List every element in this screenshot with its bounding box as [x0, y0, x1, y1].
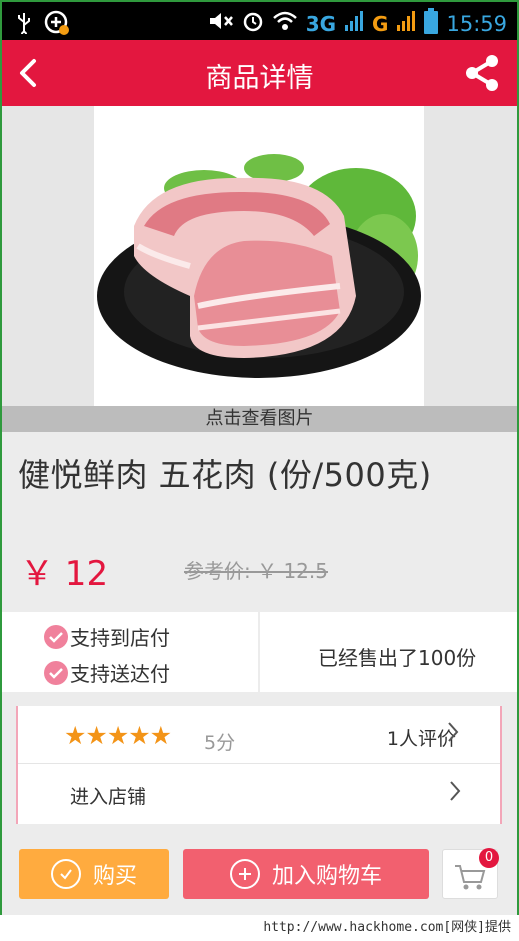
network-3g-label: 3G: [305, 11, 337, 36]
add-to-cart-button[interactable]: 加入购物车: [183, 849, 429, 899]
check-circle-icon: [50, 859, 81, 889]
usb-icon: [16, 12, 32, 38]
alarm-icon: [242, 10, 264, 37]
cart-count-badge: 0: [479, 848, 499, 868]
pay-on-delivery-label: 支持送达付: [70, 662, 170, 686]
app-screen: 3G G 15:59 商品详情 点击查看图片 健悦鲜肉 五花肉 (份/500克)…: [2, 2, 517, 915]
rating-row[interactable]: ★★★★★ 5分 1人评价: [18, 706, 500, 764]
rating-stars: ★★★★★: [64, 721, 172, 750]
watermark: http://www.hackhome.com[网侠]提供: [0, 915, 519, 941]
mute-icon: [208, 10, 234, 37]
enter-shop-label: 进入店铺: [70, 786, 147, 808]
product-name: 健悦鲜肉 五花肉 (份/500克): [18, 456, 432, 494]
sold-count: 已经售出了100份: [318, 646, 477, 670]
plus-circle-icon: [229, 859, 260, 889]
check-icon: [44, 660, 68, 685]
add-to-cart-label: 加入购物车: [271, 864, 382, 889]
info-card: ★★★★★ 5分 1人评价 进入店铺: [16, 706, 502, 824]
pay-on-delivery-row: 支持送达付: [44, 658, 170, 687]
plus-badge-icon: [44, 10, 70, 40]
chevron-right-icon: [448, 779, 462, 810]
product-photo[interactable]: [94, 106, 424, 406]
product-image-area[interactable]: 点击查看图片: [2, 106, 517, 432]
cart-button[interactable]: 0: [442, 848, 499, 899]
bottom-action-bar: 购买 加入购物车 0: [2, 830, 517, 915]
image-caption[interactable]: 点击查看图片: [2, 406, 517, 432]
signal-g-icon: [396, 10, 416, 37]
enter-shop-row[interactable]: 进入店铺: [18, 765, 500, 823]
status-bar: 3G G 15:59: [2, 2, 517, 40]
divider: [258, 612, 260, 692]
network-g-label: G: [372, 11, 389, 36]
pay-at-store-label: 支持到店付: [70, 626, 170, 650]
check-icon: [44, 624, 68, 649]
support-section: 支持到店付 支持送达付 已经售出了100份: [2, 612, 517, 692]
chevron-right-icon: [446, 720, 460, 751]
signal-3g-icon: [344, 10, 364, 37]
battery-icon: [424, 8, 439, 39]
page-title: 商品详情: [205, 63, 314, 94]
share-button[interactable]: [461, 52, 503, 94]
rating-score: 5分: [204, 732, 236, 754]
app-header: 商品详情: [2, 40, 517, 106]
reference-price: 参考价: ￥ 12.5: [184, 559, 328, 583]
share-icon: [466, 55, 498, 91]
wifi-icon: [272, 10, 298, 37]
clock: 15:59: [446, 11, 507, 36]
product-price: ￥ 12: [20, 554, 109, 594]
pay-at-store-row: 支持到店付: [44, 622, 170, 651]
buy-button[interactable]: 购买: [19, 849, 169, 899]
buy-label: 购买: [92, 864, 137, 889]
